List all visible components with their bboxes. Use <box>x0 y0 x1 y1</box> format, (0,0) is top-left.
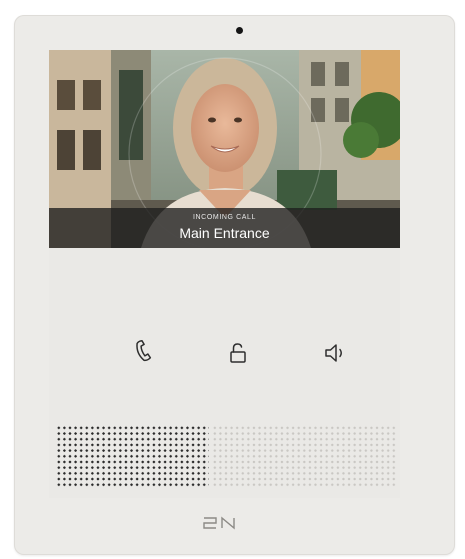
unlock-icon <box>230 343 246 363</box>
volume-button[interactable] <box>316 334 354 372</box>
incoming-call-banner: INCOMING CALL Main Entrance <box>49 208 400 248</box>
answer-call-button[interactable] <box>125 332 163 370</box>
call-status-label: INCOMING CALL <box>192 214 257 221</box>
brand-logo <box>203 516 235 530</box>
caller-name: Main Entrance <box>179 225 270 241</box>
unlock-door-button[interactable] <box>219 334 257 372</box>
video-screen: INCOMING CALL Main Entrance <box>49 50 400 248</box>
camera-lens <box>236 27 243 34</box>
speaker-icon <box>325 344 342 362</box>
speaker-grille-dark <box>56 425 209 487</box>
speaker-grille <box>56 425 396 487</box>
phone-icon <box>136 339 152 362</box>
speaker-grille-light <box>212 425 396 487</box>
